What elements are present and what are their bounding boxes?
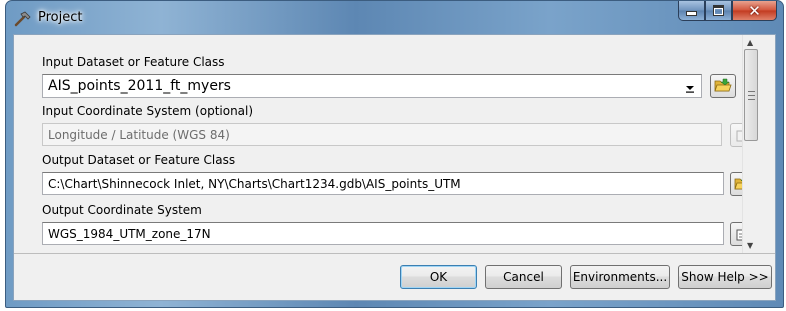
output-dataset-input[interactable]: C:\Chart\Shinnecock Inlet, NY\Charts\Cha… [42,172,724,195]
input-coordinate-system-field: Longitude / Latitude (WGS 84) [42,123,722,146]
output-coordinate-system-value: WGS_1984_UTM_zone_17N [48,226,211,241]
maximize-button[interactable] [705,1,732,21]
parameters-panel: Input Dataset or Feature Class AIS_point… [14,35,759,253]
window-title: Project [38,10,83,25]
maximize-icon [713,5,724,16]
environments-button[interactable]: Environments... [570,265,670,289]
title-bar[interactable]: Project ✕ [6,1,783,35]
scrollbar-thumb[interactable] [744,49,758,141]
cancel-button[interactable]: Cancel [485,265,562,289]
hammer-icon [14,11,31,27]
output-dataset-label: Output Dataset or Feature Class [42,153,236,167]
minimize-icon [686,11,697,16]
close-button[interactable]: ✕ [732,1,777,21]
dropdown-arrow-icon[interactable] [685,83,695,93]
input-dataset-value: AIS_points_2011_ft_myers [48,78,231,94]
input-dataset-label: Input Dataset or Feature Class [42,55,225,69]
input-coordinate-system-value: Longitude / Latitude (WGS 84) [48,127,230,142]
vertical-scrollbar[interactable]: ▲ ▼ [742,35,759,253]
input-dataset-browse-button[interactable] [710,74,736,98]
ok-button[interactable]: OK [400,265,477,289]
input-coordinate-system-label: Input Coordinate System (optional) [42,104,254,118]
output-coordinate-system-label: Output Coordinate System [42,203,202,217]
input-dataset-combobox[interactable]: AIS_points_2011_ft_myers [42,74,702,98]
scroll-up-arrow-icon[interactable]: ▲ [747,38,753,47]
grip-icon [747,90,755,100]
window-controls: ✕ [678,1,777,21]
show-help-button[interactable]: Show Help >> [678,265,772,289]
minimize-button[interactable] [678,1,705,21]
project-dialog-window: Project ✕ Input Dataset or Feature Class… [5,0,784,308]
output-dataset-value: C:\Chart\Shinnecock Inlet, NY\Charts\Cha… [48,176,461,191]
output-coordinate-system-field[interactable]: WGS_1984_UTM_zone_17N [42,222,724,245]
open-folder-icon [714,78,732,92]
scroll-down-arrow-icon[interactable]: ▼ [747,241,753,250]
dialog-client-area: Input Dataset or Feature Class AIS_point… [13,34,776,301]
close-icon: ✕ [748,1,761,20]
footer-divider [14,253,775,254]
